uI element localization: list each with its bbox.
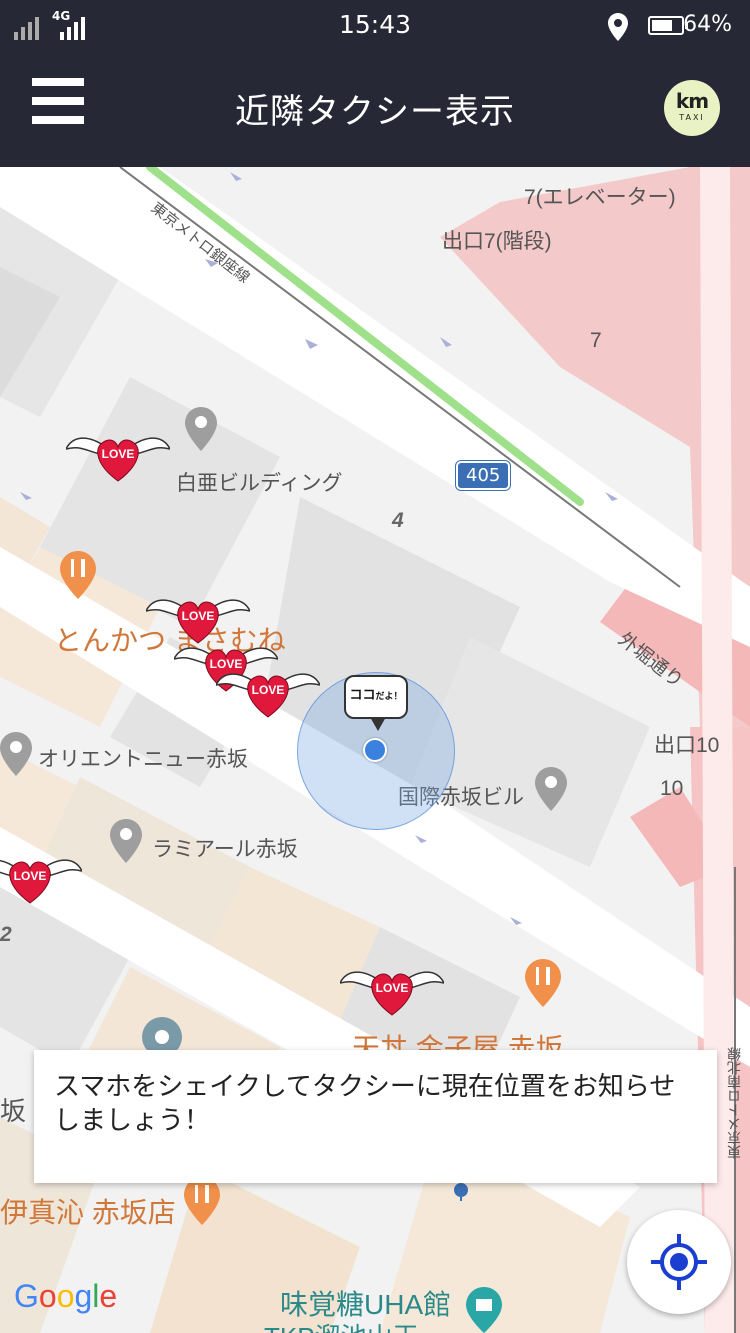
map-label-ishin: 伊真沁 赤坂店 <box>0 1197 176 1228</box>
map-view[interactable]: 7(エレベーター) 出口7(階段) 7 東京メトロ銀座線 405 4 白亜ビルデ… <box>0 167 750 1333</box>
here-marker-small: だよ！ <box>375 692 403 702</box>
toast-message: スマホをシェイクしてタクシーに現在位置をお知らせしましょう！ <box>54 1072 676 1136</box>
taxi-marker[interactable]: LOVE <box>0 847 84 907</box>
map-label-block-2: 2 <box>0 923 12 946</box>
my-location-icon <box>651 1234 707 1290</box>
map-label-elevator: 7(エレベーター) <box>524 186 676 209</box>
here-marker-main: ココ <box>349 688 376 703</box>
google-letter: e <box>99 1278 118 1314</box>
place-pin-icon[interactable] <box>110 819 142 863</box>
svg-text:LOVE: LOVE <box>182 609 215 623</box>
place-pin-icon[interactable] <box>185 407 217 451</box>
location-icon <box>608 13 628 41</box>
app-bar: 近隣タクシー表示 km TAXI <box>0 52 750 167</box>
map-label-orient-new: オリエントニュー赤坂 <box>38 748 248 771</box>
restaurant-icon[interactable] <box>184 1177 220 1225</box>
place-pin-icon[interactable] <box>535 767 567 811</box>
page-title: 近隣タクシー表示 <box>235 92 515 132</box>
svg-text:LOVE: LOVE <box>102 447 135 461</box>
my-location-button[interactable] <box>627 1210 731 1314</box>
svg-text:LOVE: LOVE <box>252 683 285 697</box>
taxi-marker[interactable]: LOVE <box>338 959 446 1019</box>
map-label-akasaka-fragment: 坂 <box>0 1096 27 1126</box>
love-heart-icon: LOVE <box>64 437 172 482</box>
map-label-tkp: TKP溜池山王 <box>264 1317 419 1333</box>
map-label-stairs-exit: 出口7(階段) <box>442 230 552 253</box>
taxi-marker[interactable]: LOVE <box>64 425 172 485</box>
battery-percent: 64% <box>683 12 732 37</box>
museum-icon[interactable] <box>466 1287 502 1333</box>
restaurant-icon[interactable] <box>60 551 96 599</box>
map-label-block-4: 4 <box>392 509 404 532</box>
place-pin-icon[interactable] <box>0 732 32 776</box>
map-label-namboku-line: 東京メトロ南北線 <box>726 1047 742 1159</box>
svg-text:LOVE: LOVE <box>376 981 409 995</box>
logo-subtext: TAXI <box>679 113 705 122</box>
taxi-marker[interactable]: LOVE <box>214 661 322 721</box>
battery-icon <box>648 16 688 35</box>
google-letter: o <box>38 1278 57 1314</box>
love-heart-icon: LOVE <box>0 859 84 904</box>
route-405-shield: 405 <box>456 461 511 490</box>
battery-fill <box>652 20 673 31</box>
map-label-exit-10: 出口10 <box>654 734 720 757</box>
bus-stop-icon[interactable] <box>454 1183 468 1201</box>
google-letter: o <box>56 1278 75 1314</box>
km-taxi-logo[interactable]: km TAXI <box>664 80 720 136</box>
google-letter: G <box>14 1278 39 1314</box>
status-bar: 4G 15:43 64% <box>0 0 750 52</box>
love-heart-icon: LOVE <box>338 971 446 1016</box>
shake-hint-toast: スマホをシェイクしてタクシーに現在位置をお知らせしましょう！ <box>34 1050 717 1183</box>
google-letter: g <box>74 1278 93 1314</box>
love-heart-icon: LOVE <box>214 673 322 718</box>
svg-text:LOVE: LOVE <box>14 869 47 883</box>
map-label-lamiart: ラミアール赤坂 <box>152 838 298 861</box>
map-label-exit-7: 7 <box>590 329 602 352</box>
current-location-dot[interactable] <box>363 738 387 762</box>
map-label-exit-10-number: 10 <box>660 777 684 800</box>
here-marker: ココだよ！ <box>344 675 408 731</box>
logo-text: km <box>675 89 709 113</box>
status-time: 15:43 <box>338 10 412 39</box>
map-label-hakua-building: 白亜ビルディング <box>176 472 343 495</box>
restaurant-icon[interactable] <box>525 959 561 1007</box>
google-logo[interactable]: Google <box>14 1278 117 1315</box>
